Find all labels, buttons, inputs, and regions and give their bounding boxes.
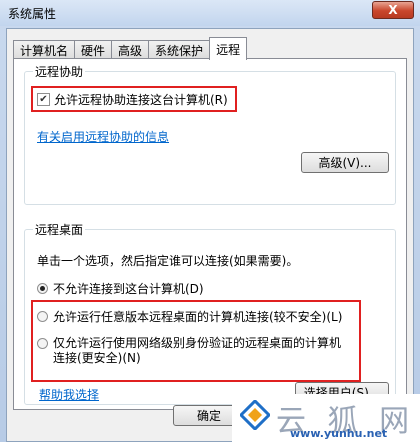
- window-title: 系统属性: [8, 7, 57, 21]
- radio-empty-icon: [37, 338, 48, 349]
- watermark-url: www.yunhu.net: [290, 427, 388, 440]
- watermark-logo-icon: [240, 400, 270, 430]
- remote-assistance-title: 远程协助: [33, 63, 86, 80]
- tab-remote[interactable]: 远程: [209, 37, 248, 60]
- radio-selected-icon: [37, 283, 48, 294]
- tab-hardware[interactable]: 硬件: [74, 40, 113, 59]
- radio-empty-icon: [37, 311, 48, 322]
- tab-advanced[interactable]: 高级: [111, 40, 150, 59]
- advanced-button[interactable]: 高级(V)...: [301, 152, 389, 173]
- radio-option-allow-any-version[interactable]: 允许运行任意版本远程桌面的计算机连接(较不安全)(L): [37, 308, 342, 325]
- close-button[interactable]: X: [372, 1, 414, 19]
- title-bar[interactable]: 系统属性 X: [0, 0, 420, 26]
- tab-system-protection[interactable]: 系统保护: [148, 40, 211, 59]
- dialog-client-area: 计算机名 硬件 高级 系统保护 远程 远程协助 ✔ 允许远程协助连接这台计算机(…: [6, 28, 414, 442]
- remote-assistance-group: 远程协助 ✔ 允许远程协助连接这台计算机(R) 有关启用远程协助的信息 高级(V…: [24, 63, 396, 205]
- system-properties-window: 系统属性 X 计算机名 硬件 高级 系统保护 远程 远程协助 ✔ 允许远程协助连…: [0, 0, 420, 442]
- remote-desktop-group: 远程桌面 单击一个选项，然后指定谁可以连接(如果需要)。 不允许连接到这台计算机…: [24, 221, 396, 405]
- remote-desktop-instruction: 单击一个选项，然后指定谁可以连接(如果需要)。: [37, 254, 299, 268]
- site-watermark: 云 狐 网 www.yunhu.net: [232, 394, 420, 442]
- help-me-choose-link[interactable]: 帮助我选择: [39, 386, 99, 403]
- radio-option-dont-allow[interactable]: 不允许连接到这台计算机(D): [37, 280, 204, 297]
- remote-desktop-title: 远程桌面: [33, 221, 86, 238]
- remote-assistance-info-link[interactable]: 有关启用远程协助的信息: [37, 128, 169, 145]
- tab-computer-name[interactable]: 计算机名: [13, 40, 76, 59]
- radio-option-nla-only[interactable]: 仅允许运行使用网络级别身份验证的远程桌面的计算机连接(更安全)(N): [37, 336, 347, 366]
- checkbox-check-icon: ✔: [37, 93, 50, 106]
- close-icon: X: [388, 3, 398, 17]
- allow-remote-assistance-checkbox[interactable]: ✔ 允许远程协助连接这台计算机(R): [37, 91, 228, 108]
- tab-strip: 计算机名 硬件 高级 系统保护 远程: [13, 37, 248, 60]
- remote-tab-panel: 远程协助 ✔ 允许远程协助连接这台计算机(R) 有关启用远程协助的信息 高级(V…: [13, 58, 407, 410]
